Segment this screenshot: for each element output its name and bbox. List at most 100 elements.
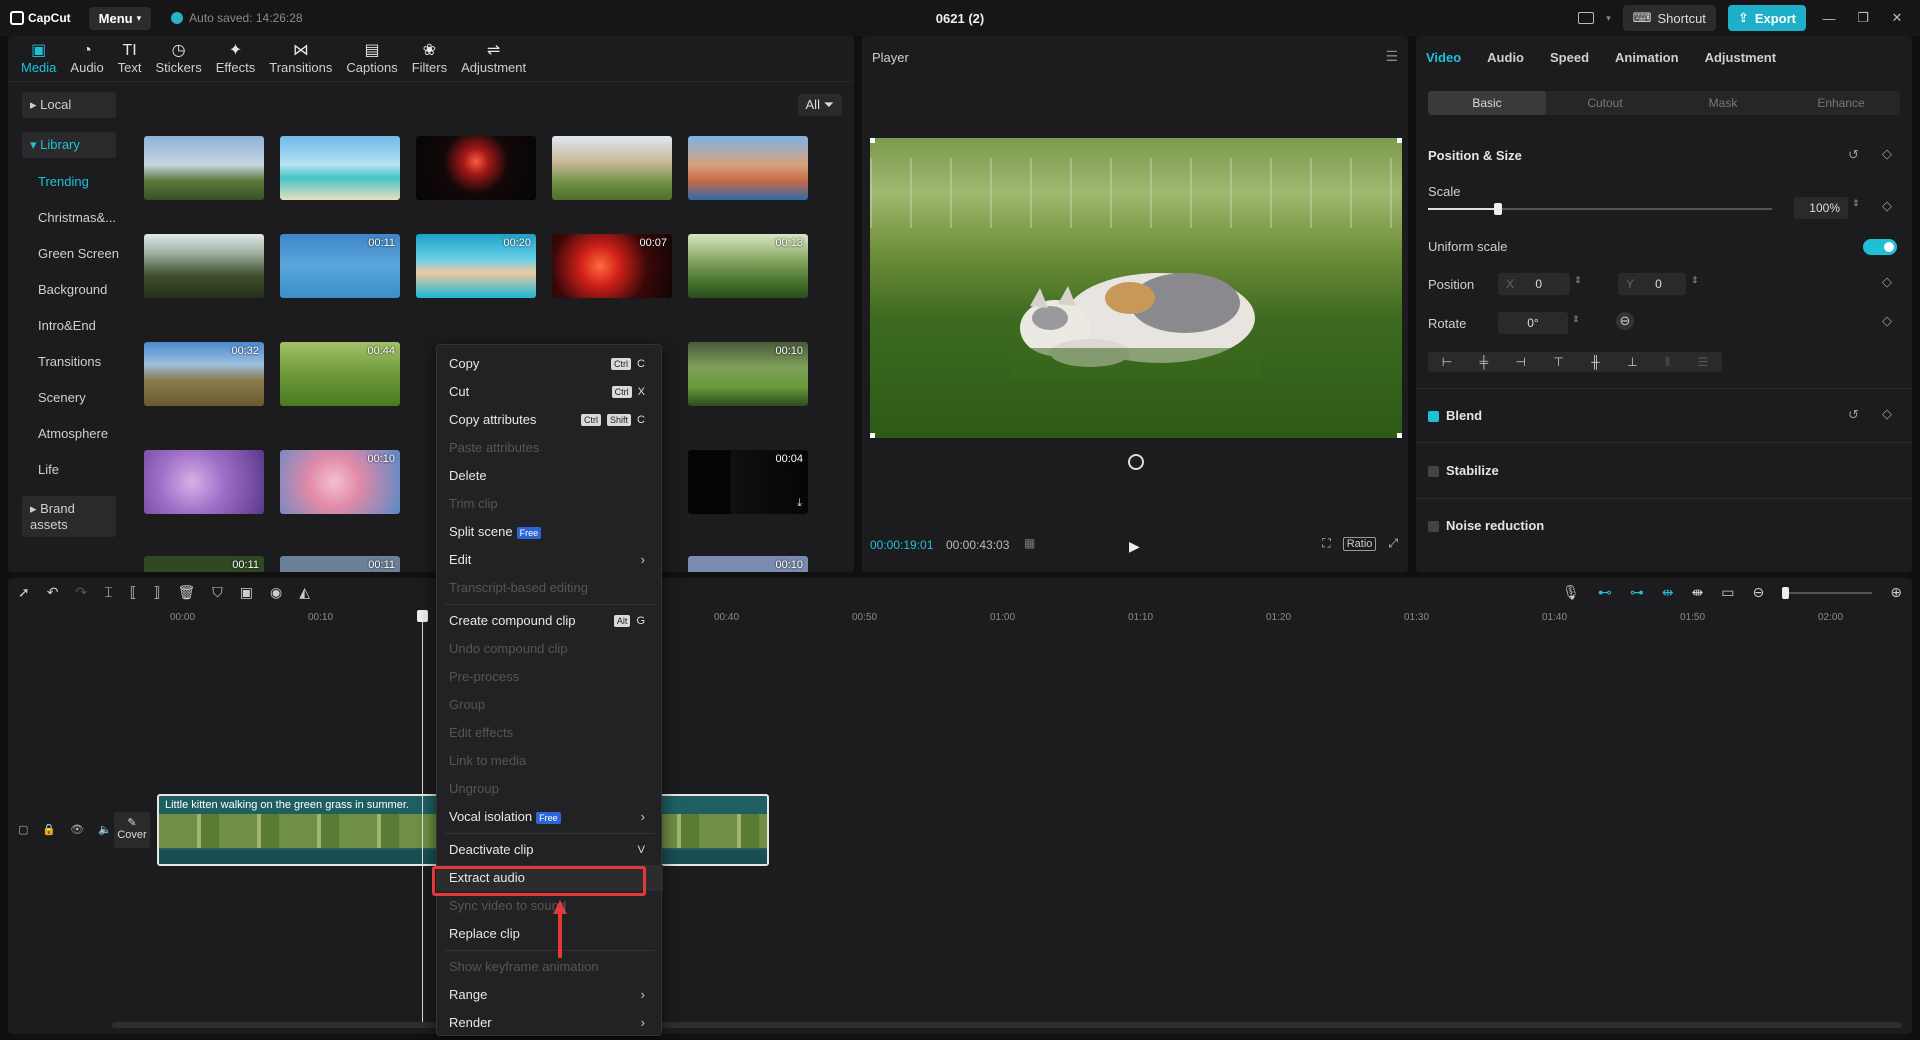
rotate-handle-icon[interactable] <box>1128 454 1144 470</box>
media-thumbnail[interactable]: 00:20 <box>416 234 536 298</box>
scale-slider-knob[interactable] <box>1494 203 1502 215</box>
position-size-heading[interactable]: Position & Size <box>1428 148 1522 163</box>
stepper-icon[interactable]: ⇕ <box>1691 275 1699 286</box>
media-thumbnail[interactable]: 00:10 <box>688 342 808 406</box>
caption-icon[interactable]: ▭ <box>1721 584 1734 601</box>
marker-icon[interactable]: ⛉ <box>212 584 223 601</box>
media-thumbnail[interactable]: 00:13 <box>688 234 808 298</box>
play-button[interactable]: ▶ <box>1129 538 1140 555</box>
media-thumbnail[interactable]: 00:44 <box>280 342 400 406</box>
keyframe-icon[interactable]: ◇ <box>1882 146 1892 162</box>
tool-transitions[interactable]: ⋈ Transitions <box>262 36 339 81</box>
media-thumbnail[interactable] <box>144 136 264 200</box>
tool-filters[interactable]: ❀ Filters <box>405 36 454 81</box>
timeline-grid-icon[interactable]: ▦ <box>1024 536 1035 550</box>
playhead-handle[interactable] <box>417 610 428 622</box>
eye-icon[interactable]: 👁 <box>70 823 84 836</box>
select-cursor-icon[interactable]: ➚ <box>18 584 30 601</box>
tool-audio[interactable]: ◔ Audio <box>63 36 110 81</box>
split-axis-icon[interactable]: ⇼ <box>1692 584 1704 601</box>
menu-item-vocal-isolation[interactable]: Vocal isolation Free › <box>437 804 663 830</box>
media-thumbnail[interactable] <box>144 234 264 298</box>
maximize-button[interactable]: ❐ <box>1852 10 1874 26</box>
delete-icon[interactable]: 🗑 <box>177 584 195 601</box>
tab-animation[interactable]: Animation <box>1615 50 1679 65</box>
media-thumbnail[interactable]: 00:07 <box>552 234 672 298</box>
minimize-button[interactable]: — <box>1818 11 1840 26</box>
menu-button[interactable]: Menu ▾ <box>88 6 152 30</box>
fullscreen-icon[interactable]: ⤢ <box>1388 536 1398 551</box>
category-life[interactable]: Life <box>38 462 59 477</box>
fit-screen-icon[interactable]: ⛶ <box>1322 536 1330 551</box>
media-thumbnail[interactable]: 00:11 <box>280 556 400 572</box>
magnet-icon[interactable]: ⊷ <box>1598 584 1612 601</box>
menu-item-split-scene[interactable]: Split scene Free <box>437 519 663 545</box>
speaker-icon[interactable]: 🔈 <box>98 823 112 836</box>
media-thumbnail[interactable]: 00:32 <box>144 342 264 406</box>
hamburger-menu-icon[interactable]: ☰ <box>1385 48 1398 65</box>
segment-cutout[interactable]: Cutout <box>1546 91 1664 115</box>
tab-adjustment[interactable]: Adjustment <box>1705 50 1777 65</box>
uniform-scale-toggle[interactable] <box>1863 239 1897 255</box>
zoom-slider-knob[interactable] <box>1782 586 1790 599</box>
tab-audio[interactable]: Audio <box>1487 50 1524 65</box>
category-background[interactable]: Background <box>38 282 107 297</box>
mirror-icon[interactable]: ◭ <box>299 584 310 601</box>
cover-button[interactable]: ✎ Cover <box>114 812 150 848</box>
stabilize-heading[interactable]: Stabilize <box>1446 463 1499 478</box>
split-icon[interactable]: ⌶ <box>104 584 112 601</box>
align-center-h-icon[interactable]: ╪ <box>1480 355 1489 369</box>
keyframe-icon[interactable]: ◇ <box>1882 274 1892 290</box>
chevron-down-icon[interactable]: ▾ <box>1606 13 1611 24</box>
scale-value-input[interactable]: 100% <box>1794 197 1848 219</box>
stepper-icon[interactable]: ⇕ <box>1852 198 1860 209</box>
media-thumbnail[interactable]: 00:11 <box>144 556 264 572</box>
lock-icon[interactable]: 🔒 <box>42 823 56 836</box>
media-thumbnail[interactable] <box>688 136 808 200</box>
menu-item-replace-clip[interactable]: Replace clip <box>437 921 663 947</box>
timeline-scrollbar[interactable] <box>112 1022 1902 1028</box>
segment-enhance[interactable]: Enhance <box>1782 91 1900 115</box>
undo-icon[interactable]: ↶ <box>47 584 59 601</box>
speed-icon[interactable]: ◉ <box>270 584 282 601</box>
category-library[interactable]: ▾ Library <box>22 132 116 158</box>
scale-slider[interactable] <box>1428 203 1772 215</box>
noise-reduction-heading[interactable]: Noise reduction <box>1446 518 1544 533</box>
tool-adjustment[interactable]: ⇌ Adjustment <box>454 36 533 81</box>
reset-icon[interactable]: ↺ <box>1848 147 1859 163</box>
zoom-out-icon[interactable]: ⊖ <box>1753 584 1765 601</box>
category-christmas[interactable]: Christmas&... <box>38 210 116 225</box>
menu-item-cut[interactable]: Cut Ctrl X <box>437 379 663 405</box>
freeze-icon[interactable]: ▣ <box>240 584 253 601</box>
rotate-input[interactable]: 0° <box>1498 312 1568 334</box>
tool-media[interactable]: ▣ Media <box>14 36 63 81</box>
category-brand-assets[interactable]: ▸ Brand assets <box>22 496 116 537</box>
download-icon[interactable]: ⤓ <box>797 497 802 510</box>
category-intro-end[interactable]: Intro&End <box>38 318 96 333</box>
link-icon[interactable]: ⊶ <box>1630 584 1644 601</box>
category-transitions[interactable]: Transitions <box>38 354 101 369</box>
menu-item-render[interactable]: Render › <box>437 1010 663 1036</box>
rotate-dial-icon[interactable]: ⊖ <box>1616 312 1634 330</box>
media-thumbnail[interactable] <box>144 450 264 514</box>
ratio-button[interactable]: Ratio <box>1342 536 1377 551</box>
video-preview[interactable] <box>870 138 1402 438</box>
media-thumbnail[interactable] <box>552 136 672 200</box>
reset-icon[interactable]: ↺ <box>1848 407 1859 423</box>
shortcut-button[interactable]: ⌨ Shortcut <box>1622 5 1716 31</box>
media-thumbnail[interactable]: 00:10 <box>688 556 808 572</box>
resize-handle[interactable] <box>870 138 875 143</box>
align-left-icon[interactable]: ⊢ <box>1442 355 1452 369</box>
stepper-icon[interactable]: ⇕ <box>1574 275 1582 286</box>
menu-item-delete[interactable]: Delete <box>437 463 663 489</box>
resize-handle[interactable] <box>870 433 875 438</box>
tool-effects[interactable]: ✦ Effects <box>209 36 263 81</box>
split-left-icon[interactable]: ⟦ <box>130 584 137 601</box>
tool-captions[interactable]: ▤ Captions <box>339 36 404 81</box>
noise-reduction-checkbox[interactable] <box>1428 521 1439 532</box>
category-green-screen[interactable]: Green Screen <box>38 246 119 261</box>
media-thumbnail[interactable]: 00:10 <box>280 450 400 514</box>
resize-handle[interactable] <box>1397 433 1402 438</box>
tab-speed[interactable]: Speed <box>1550 50 1589 65</box>
stabilize-checkbox[interactable] <box>1428 466 1439 477</box>
